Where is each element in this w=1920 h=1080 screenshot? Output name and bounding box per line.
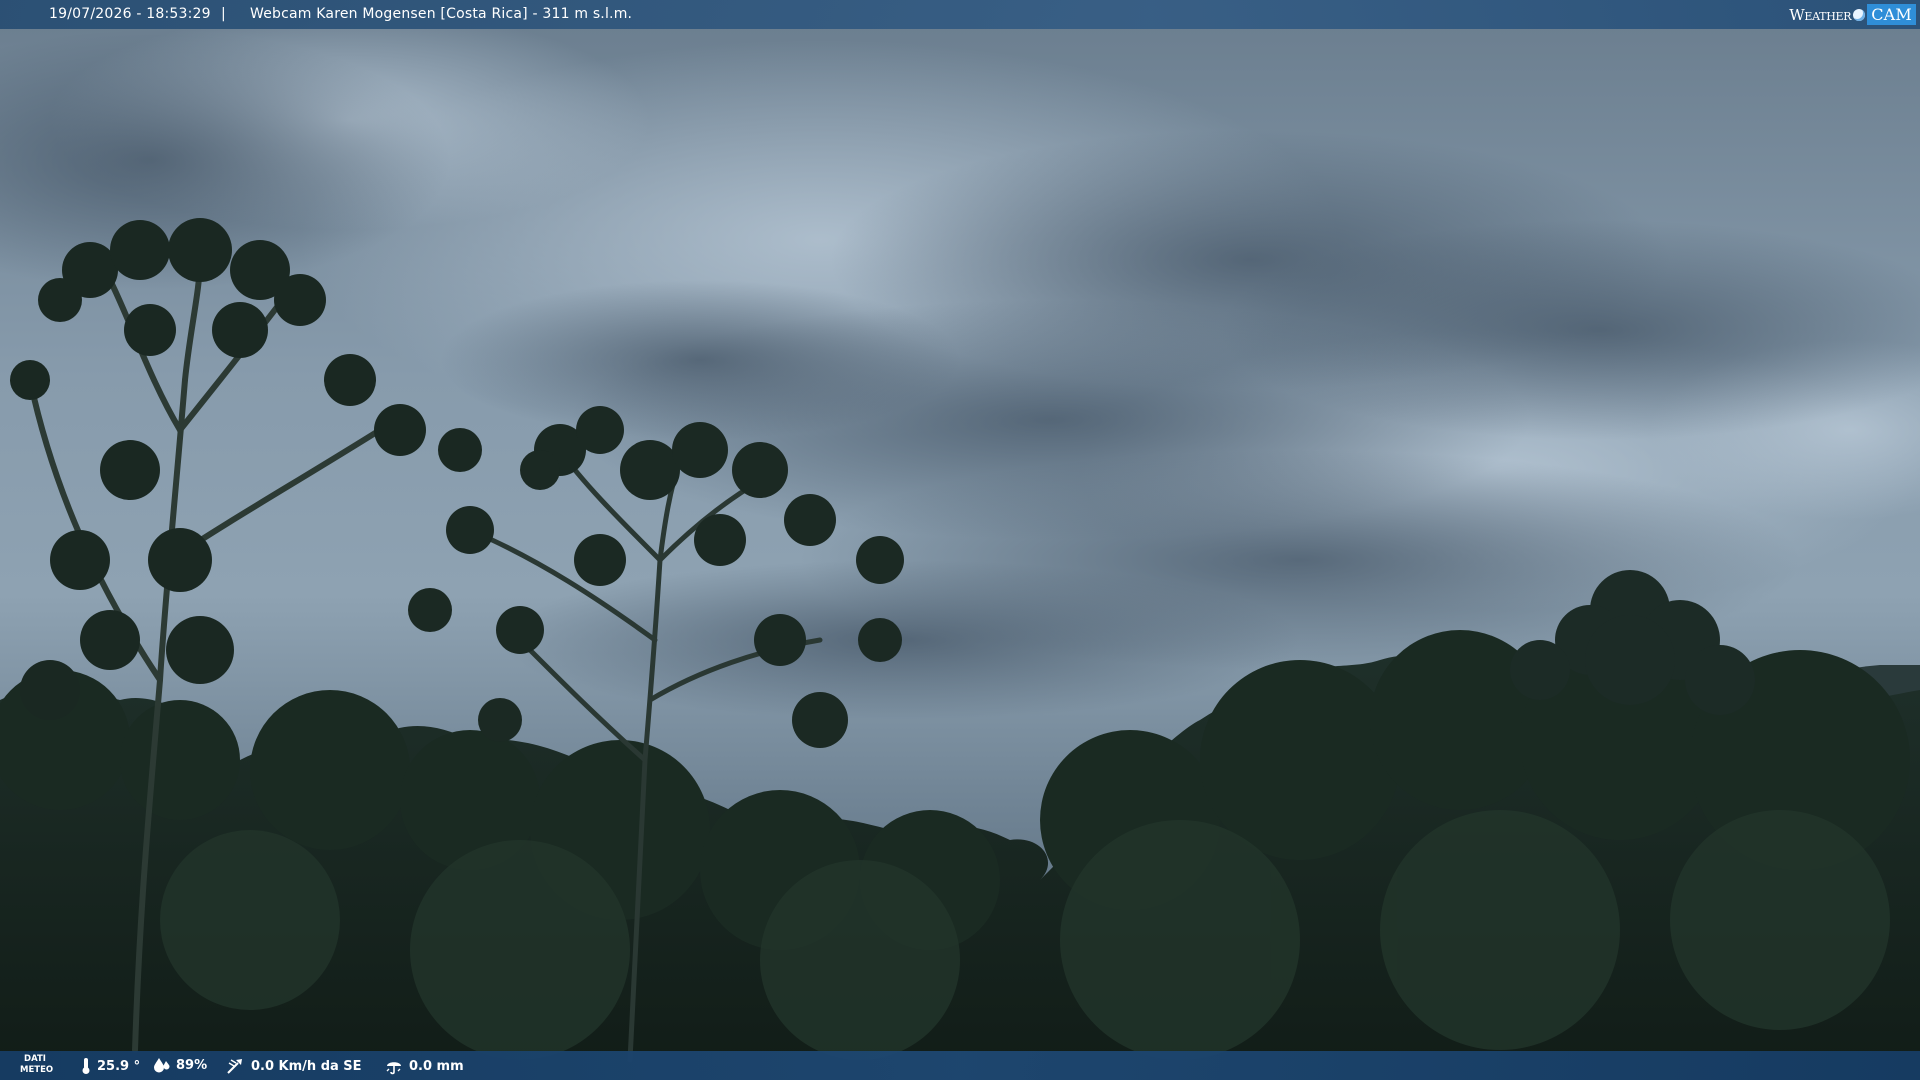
webcam-scene (0, 0, 1920, 1080)
weather-data-label: DATI METEO (20, 1054, 54, 1076)
rain-reading: 0.0 mm (384, 1057, 464, 1075)
timestamp: 19/07/2026 - 18:53:29 (49, 6, 211, 22)
webcam-title: Webcam Karen Mogensen [Costa Rica] - 311… (250, 6, 633, 22)
rain-icon (386, 1062, 401, 1075)
weather-data-bar: DATI METEO 25.9 ° 89% 0.0 Km/h da SE 0.0… (0, 1051, 1920, 1080)
thermometer-icon (82, 1058, 90, 1074)
temperature-reading: 25.9 ° (80, 1057, 140, 1075)
logo-text-cam: CAM (1867, 4, 1916, 25)
rain-value: 0.0 mm (409, 1058, 464, 1074)
logo-globe-icon (1853, 8, 1866, 21)
weathercam-logo: Weather CAM (1789, 2, 1916, 27)
humidity-drop-icon (154, 1058, 170, 1073)
humidity-value: 89% (176, 1057, 208, 1073)
separator: | (221, 6, 226, 22)
temperature-value: 25.9 ° (97, 1058, 141, 1074)
logo-text-weather: Weather (1789, 5, 1852, 24)
wind-reading: 0.0 Km/h da SE (226, 1057, 362, 1075)
weather-label-line1: DATI (24, 1054, 46, 1064)
top-info-bar: 19/07/2026 - 18:53:29 | Webcam Karen Mog… (0, 0, 1920, 29)
wind-value: 0.0 Km/h da SE (251, 1058, 362, 1074)
humidity-reading: 89% (153, 1057, 207, 1073)
weather-label-line2: METEO (20, 1065, 54, 1075)
wind-icon (227, 1059, 242, 1074)
